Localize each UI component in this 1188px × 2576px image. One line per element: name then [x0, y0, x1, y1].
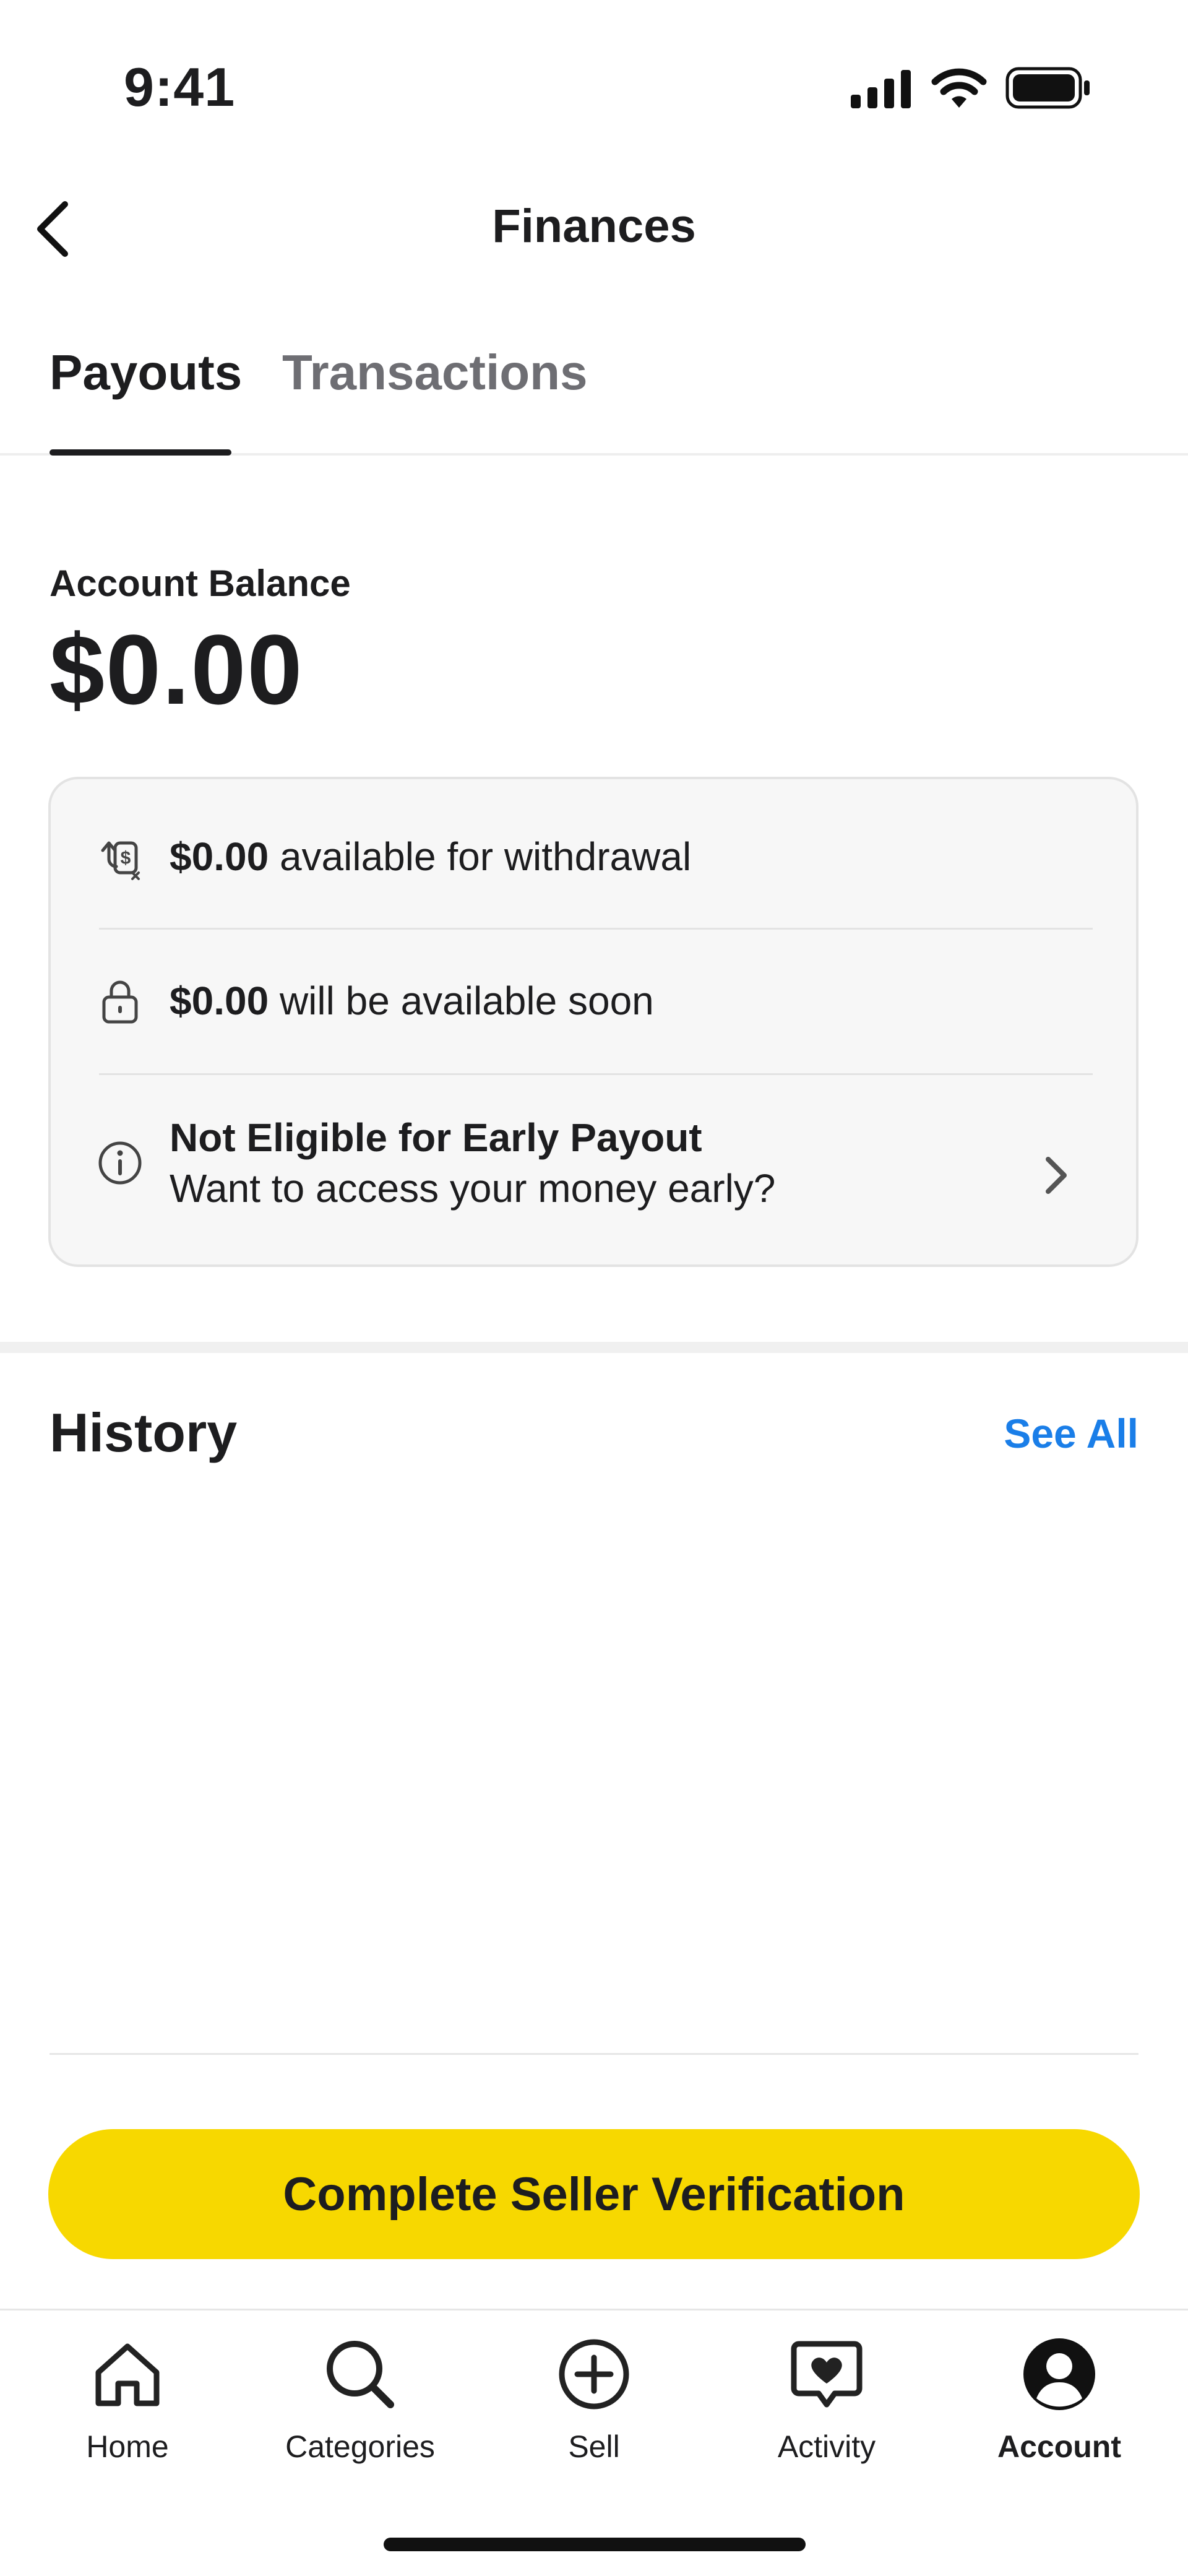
history-title: History: [50, 1402, 238, 1463]
nav-label-sell: Sell: [568, 2429, 620, 2464]
content-divider: [50, 2053, 1138, 2055]
info-icon: [95, 1138, 145, 1188]
nav-item-sell[interactable]: Sell: [501, 2331, 687, 2465]
heart-chat-icon: [783, 2331, 870, 2418]
balance-label: Account Balance: [50, 563, 351, 604]
chevron-right-icon: [1037, 1151, 1074, 1200]
plus-circle-icon: [551, 2331, 637, 2418]
pending-text: will be available soon: [269, 979, 654, 1023]
home-icon: [84, 2331, 171, 2418]
row-divider: [99, 1073, 1093, 1075]
see-all-link[interactable]: See All: [1004, 1410, 1138, 1457]
nav-item-home[interactable]: Home: [35, 2331, 220, 2465]
complete-seller-verification-button[interactable]: Complete Seller Verification: [48, 2129, 1140, 2259]
nav-item-account[interactable]: Account: [966, 2331, 1152, 2465]
home-indicator: [384, 2538, 806, 2551]
early-payout-row[interactable]: Not Eligible for Early Payout Want to ac…: [51, 1101, 1136, 1225]
balance-amount: $0.00: [50, 614, 304, 725]
nav-label-account: Account: [997, 2429, 1121, 2464]
payout-summary-card: $ $0.00 available for withdrawal $0.00 w…: [48, 777, 1138, 1267]
lock-icon: [95, 976, 145, 1026]
active-tab-indicator: [50, 449, 231, 456]
tab-transactions[interactable]: Transactions: [282, 344, 588, 401]
signal-icon: [851, 70, 913, 108]
svg-text:$: $: [121, 848, 131, 868]
tab-payouts[interactable]: Payouts: [50, 344, 242, 401]
search-icon: [317, 2331, 403, 2418]
pending-row: $0.00 will be available soon: [51, 967, 1136, 1035]
section-separator: [0, 1342, 1188, 1353]
wifi-icon: [931, 67, 987, 110]
money-transfer-icon: $: [95, 832, 145, 881]
nav-label-home: Home: [86, 2429, 169, 2464]
nav-label-categories: Categories: [285, 2429, 435, 2464]
pending-amount: $0.00: [170, 979, 269, 1023]
nav-label-activity: Activity: [777, 2429, 876, 2464]
available-text: available for withdrawal: [269, 834, 692, 879]
account-icon: [1016, 2331, 1103, 2418]
nav-item-activity[interactable]: Activity: [734, 2331, 919, 2465]
available-withdrawal-row: $ $0.00 available for withdrawal: [51, 823, 1136, 891]
nav-item-categories[interactable]: Categories: [267, 2331, 453, 2465]
status-time: 9:41: [124, 56, 236, 118]
page-title: Finances: [492, 200, 696, 253]
battery-icon: [1005, 67, 1092, 109]
row-divider: [99, 928, 1093, 930]
available-amount: $0.00: [170, 834, 269, 879]
tab-bar-divider: [0, 2309, 1188, 2310]
early-payout-title: Not Eligible for Early Payout: [170, 1115, 702, 1160]
early-payout-subtitle: Want to access your money early?: [170, 1166, 776, 1211]
